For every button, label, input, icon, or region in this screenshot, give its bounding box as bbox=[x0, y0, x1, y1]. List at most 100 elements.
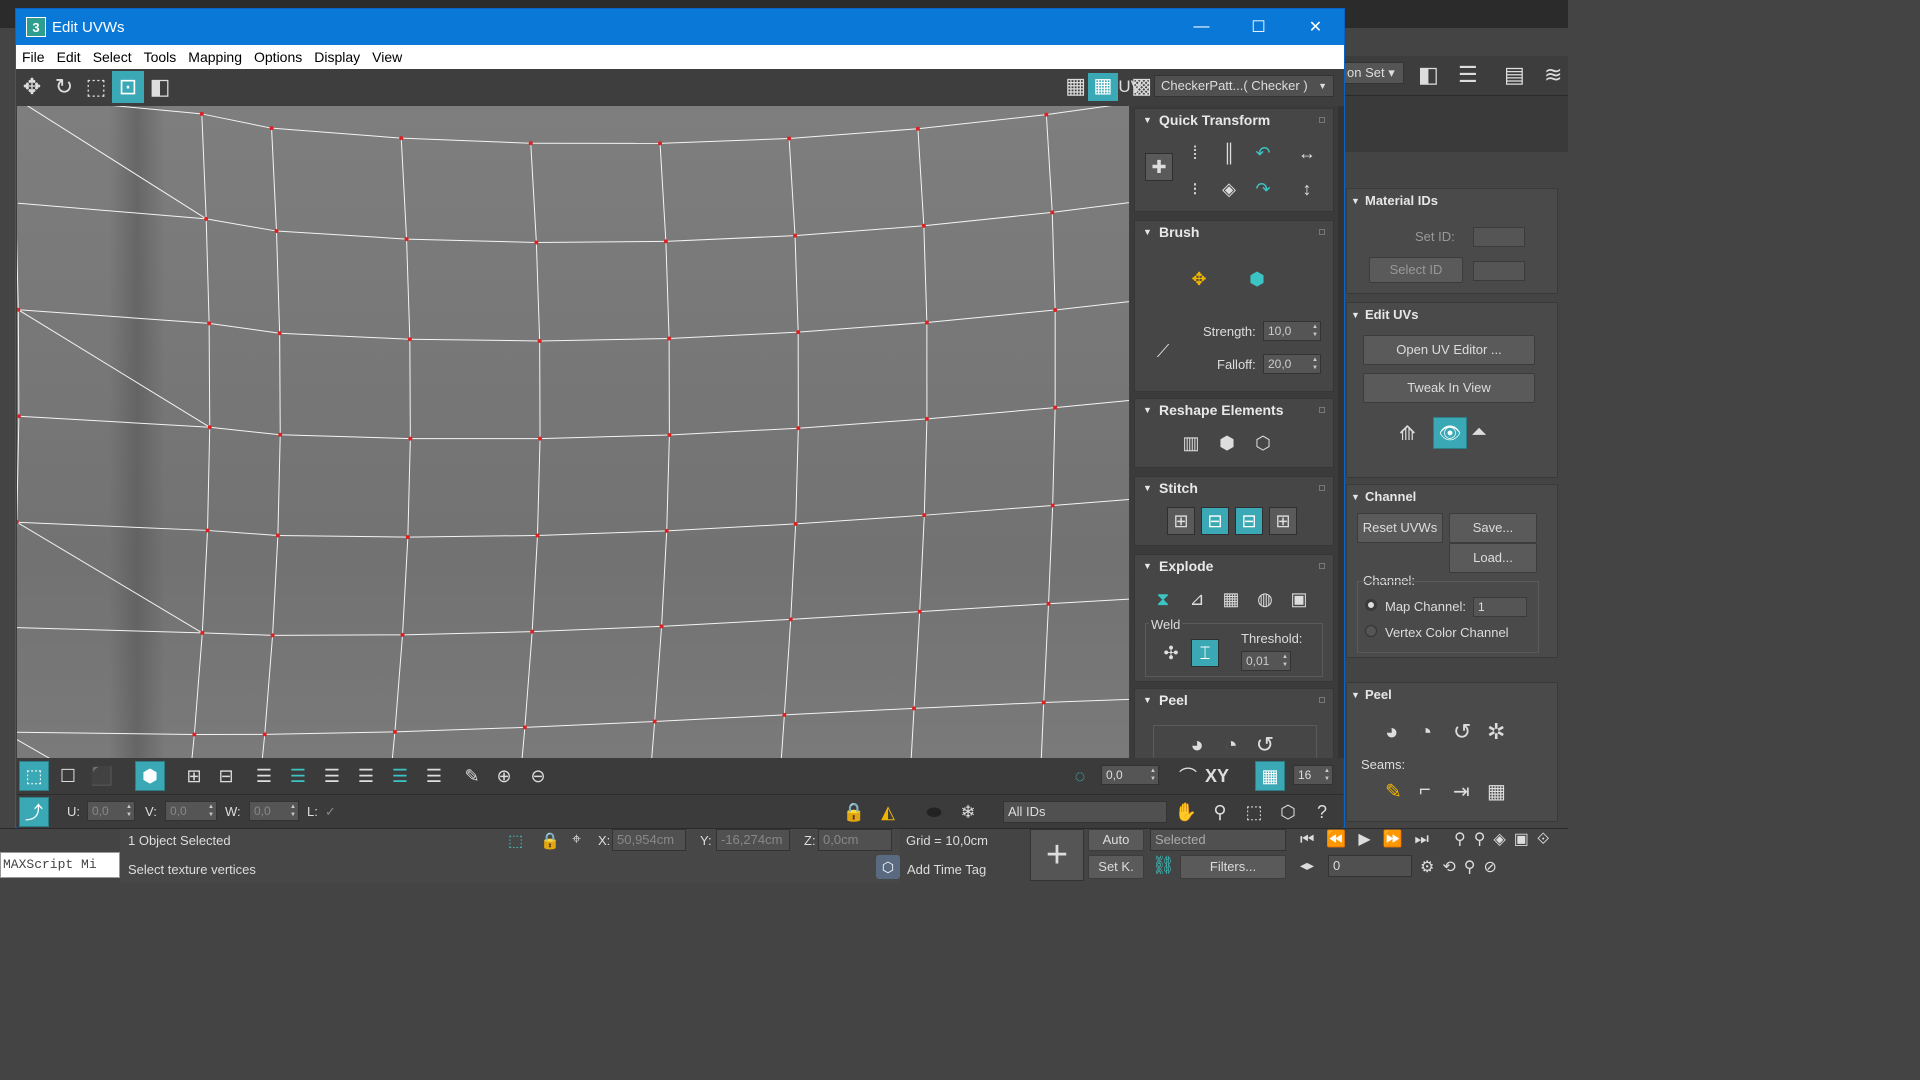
zoom-selected-icon[interactable]: ? bbox=[1307, 797, 1337, 827]
brush-falloff-icon[interactable]: ⟋ bbox=[1149, 337, 1177, 365]
uv-vertex-6[interactable] bbox=[787, 136, 792, 141]
uv-edge-123[interactable] bbox=[516, 727, 526, 758]
uv-edge-83[interactable] bbox=[402, 537, 409, 635]
uv-edge-33[interactable] bbox=[923, 211, 1053, 227]
relax-icon[interactable]: ⬢ bbox=[1213, 429, 1241, 457]
uv-vertex-44[interactable] bbox=[535, 533, 540, 538]
reset-uvws-button[interactable]: Reset UVWs bbox=[1357, 513, 1443, 543]
uv-edge-104[interactable] bbox=[524, 631, 533, 728]
uv-edge-36[interactable] bbox=[1051, 212, 1056, 311]
rotate-angle-spinner[interactable]: 0,0 bbox=[1101, 765, 1159, 785]
explode-header[interactable]: Explode bbox=[1135, 555, 1333, 577]
weld-selected-icon[interactable]: ✣ bbox=[1157, 639, 1185, 667]
break-icon[interactable]: ⧗ bbox=[1149, 585, 1177, 613]
checker-toggle-icon[interactable]: ▦ bbox=[1088, 73, 1118, 101]
save-button[interactable]: Save... bbox=[1449, 513, 1537, 543]
lock-check-icon[interactable]: ✓ bbox=[325, 804, 336, 820]
uv-edge-143[interactable] bbox=[18, 309, 211, 428]
uv-edge-60[interactable] bbox=[207, 427, 211, 531]
load-button[interactable]: Load... bbox=[1449, 543, 1537, 573]
maximize-button[interactable]: ☐ bbox=[1230, 9, 1287, 45]
uv-edge-108[interactable] bbox=[783, 619, 792, 715]
uv-edge-100[interactable] bbox=[264, 635, 274, 735]
uv-vertex-14[interactable] bbox=[534, 240, 539, 245]
uv-edge-17[interactable] bbox=[1045, 114, 1053, 213]
uv-edge-102[interactable] bbox=[394, 634, 404, 732]
uv-edge-24[interactable] bbox=[276, 231, 281, 334]
flip-horizontal-icon[interactable]: ↔ bbox=[1293, 139, 1321, 167]
zoom-icon[interactable]: ⚲ bbox=[1205, 797, 1235, 827]
uv-edge-30[interactable] bbox=[665, 241, 670, 339]
vertex-color-radio[interactable] bbox=[1365, 625, 1377, 637]
grow-selection-icon[interactable]: ⊞ bbox=[179, 761, 209, 791]
uv-edge-112[interactable] bbox=[1043, 603, 1050, 703]
uv-edge-127[interactable] bbox=[778, 714, 785, 758]
uv-vertex-46[interactable] bbox=[793, 521, 798, 526]
material-ids-filter-dropdown[interactable]: All IDs bbox=[1003, 801, 1167, 823]
uv-edge-15[interactable] bbox=[917, 128, 925, 226]
uv-vertex-33[interactable] bbox=[408, 436, 413, 441]
uv-vertex-51[interactable] bbox=[200, 630, 205, 635]
uv-vertex-34[interactable] bbox=[538, 436, 543, 441]
maxscript-listener-field[interactable]: MAXScript Mi bbox=[0, 852, 120, 878]
peel-header[interactable]: Peel bbox=[1347, 683, 1557, 707]
set-id-spinner[interactable] bbox=[1473, 227, 1525, 247]
uv-edge-0[interactable] bbox=[17, 106, 202, 115]
u-spinner[interactable]: 0,0 bbox=[87, 801, 135, 821]
uv-edge-128[interactable] bbox=[914, 701, 1044, 709]
menu-file[interactable]: File bbox=[16, 49, 51, 65]
edit-seams-icon[interactable]: ✎ bbox=[1385, 779, 1402, 804]
set-pivot-icon[interactable]: ✚ bbox=[1145, 153, 1173, 181]
rotate-ccw-icon[interactable]: ↶ bbox=[1249, 139, 1277, 167]
space-vertical-icon[interactable]: ║ bbox=[1215, 139, 1243, 167]
edge-sel-to-seams-icon[interactable]: ⇥ bbox=[1453, 779, 1470, 804]
uv-edge-93[interactable] bbox=[1048, 505, 1054, 604]
menu-tools[interactable]: Tools bbox=[138, 49, 183, 65]
detach-icon[interactable]: ⊿ bbox=[1183, 585, 1211, 613]
uv-edge-67[interactable] bbox=[669, 427, 799, 436]
edge-ring-icon[interactable]: ☰ bbox=[351, 761, 381, 791]
uv-edge-120[interactable] bbox=[394, 726, 525, 733]
expand-seams-icon[interactable]: ▦ bbox=[1487, 779, 1506, 804]
reset-peel-icon[interactable]: ↺ bbox=[1251, 731, 1279, 758]
z-coordinate-field[interactable]: 0,0cm bbox=[818, 829, 892, 851]
uv-edge-29[interactable] bbox=[665, 235, 796, 242]
absolute-mode-icon[interactable]: ⌖ bbox=[572, 831, 581, 849]
uv-vertex-21[interactable] bbox=[207, 321, 212, 326]
uv-edge-59[interactable] bbox=[209, 426, 281, 436]
uv-edge-103[interactable] bbox=[532, 625, 662, 633]
peel-mode-icon[interactable]: ◔ bbox=[1419, 719, 1432, 745]
menu-options[interactable]: Options bbox=[248, 49, 308, 65]
uv-edge-28[interactable] bbox=[535, 242, 541, 341]
uv-edge-130[interactable] bbox=[1043, 698, 1129, 703]
zoom-region-icon[interactable]: ⬚ bbox=[1239, 797, 1269, 827]
move-icon[interactable]: ✥ bbox=[16, 71, 48, 103]
uv-vertex-31[interactable] bbox=[207, 425, 212, 430]
uv-vertex-27[interactable] bbox=[924, 320, 929, 325]
uv-edge-3[interactable] bbox=[201, 113, 207, 219]
straighten-icon[interactable]: ▥ bbox=[1177, 429, 1205, 457]
rotate-icon[interactable]: ↻ bbox=[48, 71, 80, 103]
uv-edge-72[interactable] bbox=[923, 418, 928, 516]
align-vertical-icon[interactable]: ⁝ bbox=[1181, 175, 1209, 203]
uv-edge-46[interactable] bbox=[539, 338, 670, 342]
uv-edge-34[interactable] bbox=[923, 225, 928, 323]
uv-edge-125[interactable] bbox=[647, 721, 656, 758]
map-channel-radio[interactable] bbox=[1365, 599, 1377, 611]
playback-controls-icon[interactable]: ⏮⏪▶⏩⏭ bbox=[1300, 829, 1441, 849]
brush-header[interactable]: Brush bbox=[1135, 221, 1333, 243]
uv-edge-35[interactable] bbox=[1052, 196, 1129, 213]
stitch-custom-icon[interactable]: ⊞ bbox=[1167, 507, 1195, 535]
xy-mode-label[interactable]: XY bbox=[1205, 766, 1229, 787]
uv-edge-61[interactable] bbox=[280, 434, 411, 440]
menu-view[interactable]: View bbox=[366, 49, 408, 65]
vertex-mode-icon[interactable]: ⬚ bbox=[19, 761, 49, 791]
sketch-icon[interactable]: ⏶ bbox=[1471, 421, 1487, 444]
uv-vertex-32[interactable] bbox=[278, 432, 283, 437]
set-key-big-icon[interactable]: + bbox=[1030, 829, 1084, 881]
uv-vertex-55[interactable] bbox=[659, 624, 664, 629]
uv-vertex-63[interactable] bbox=[392, 729, 397, 734]
edge-loop-icon[interactable]: ☰ bbox=[249, 761, 279, 791]
w-spinner[interactable]: 0,0 bbox=[249, 801, 299, 821]
uv-vertex-24[interactable] bbox=[537, 338, 542, 343]
